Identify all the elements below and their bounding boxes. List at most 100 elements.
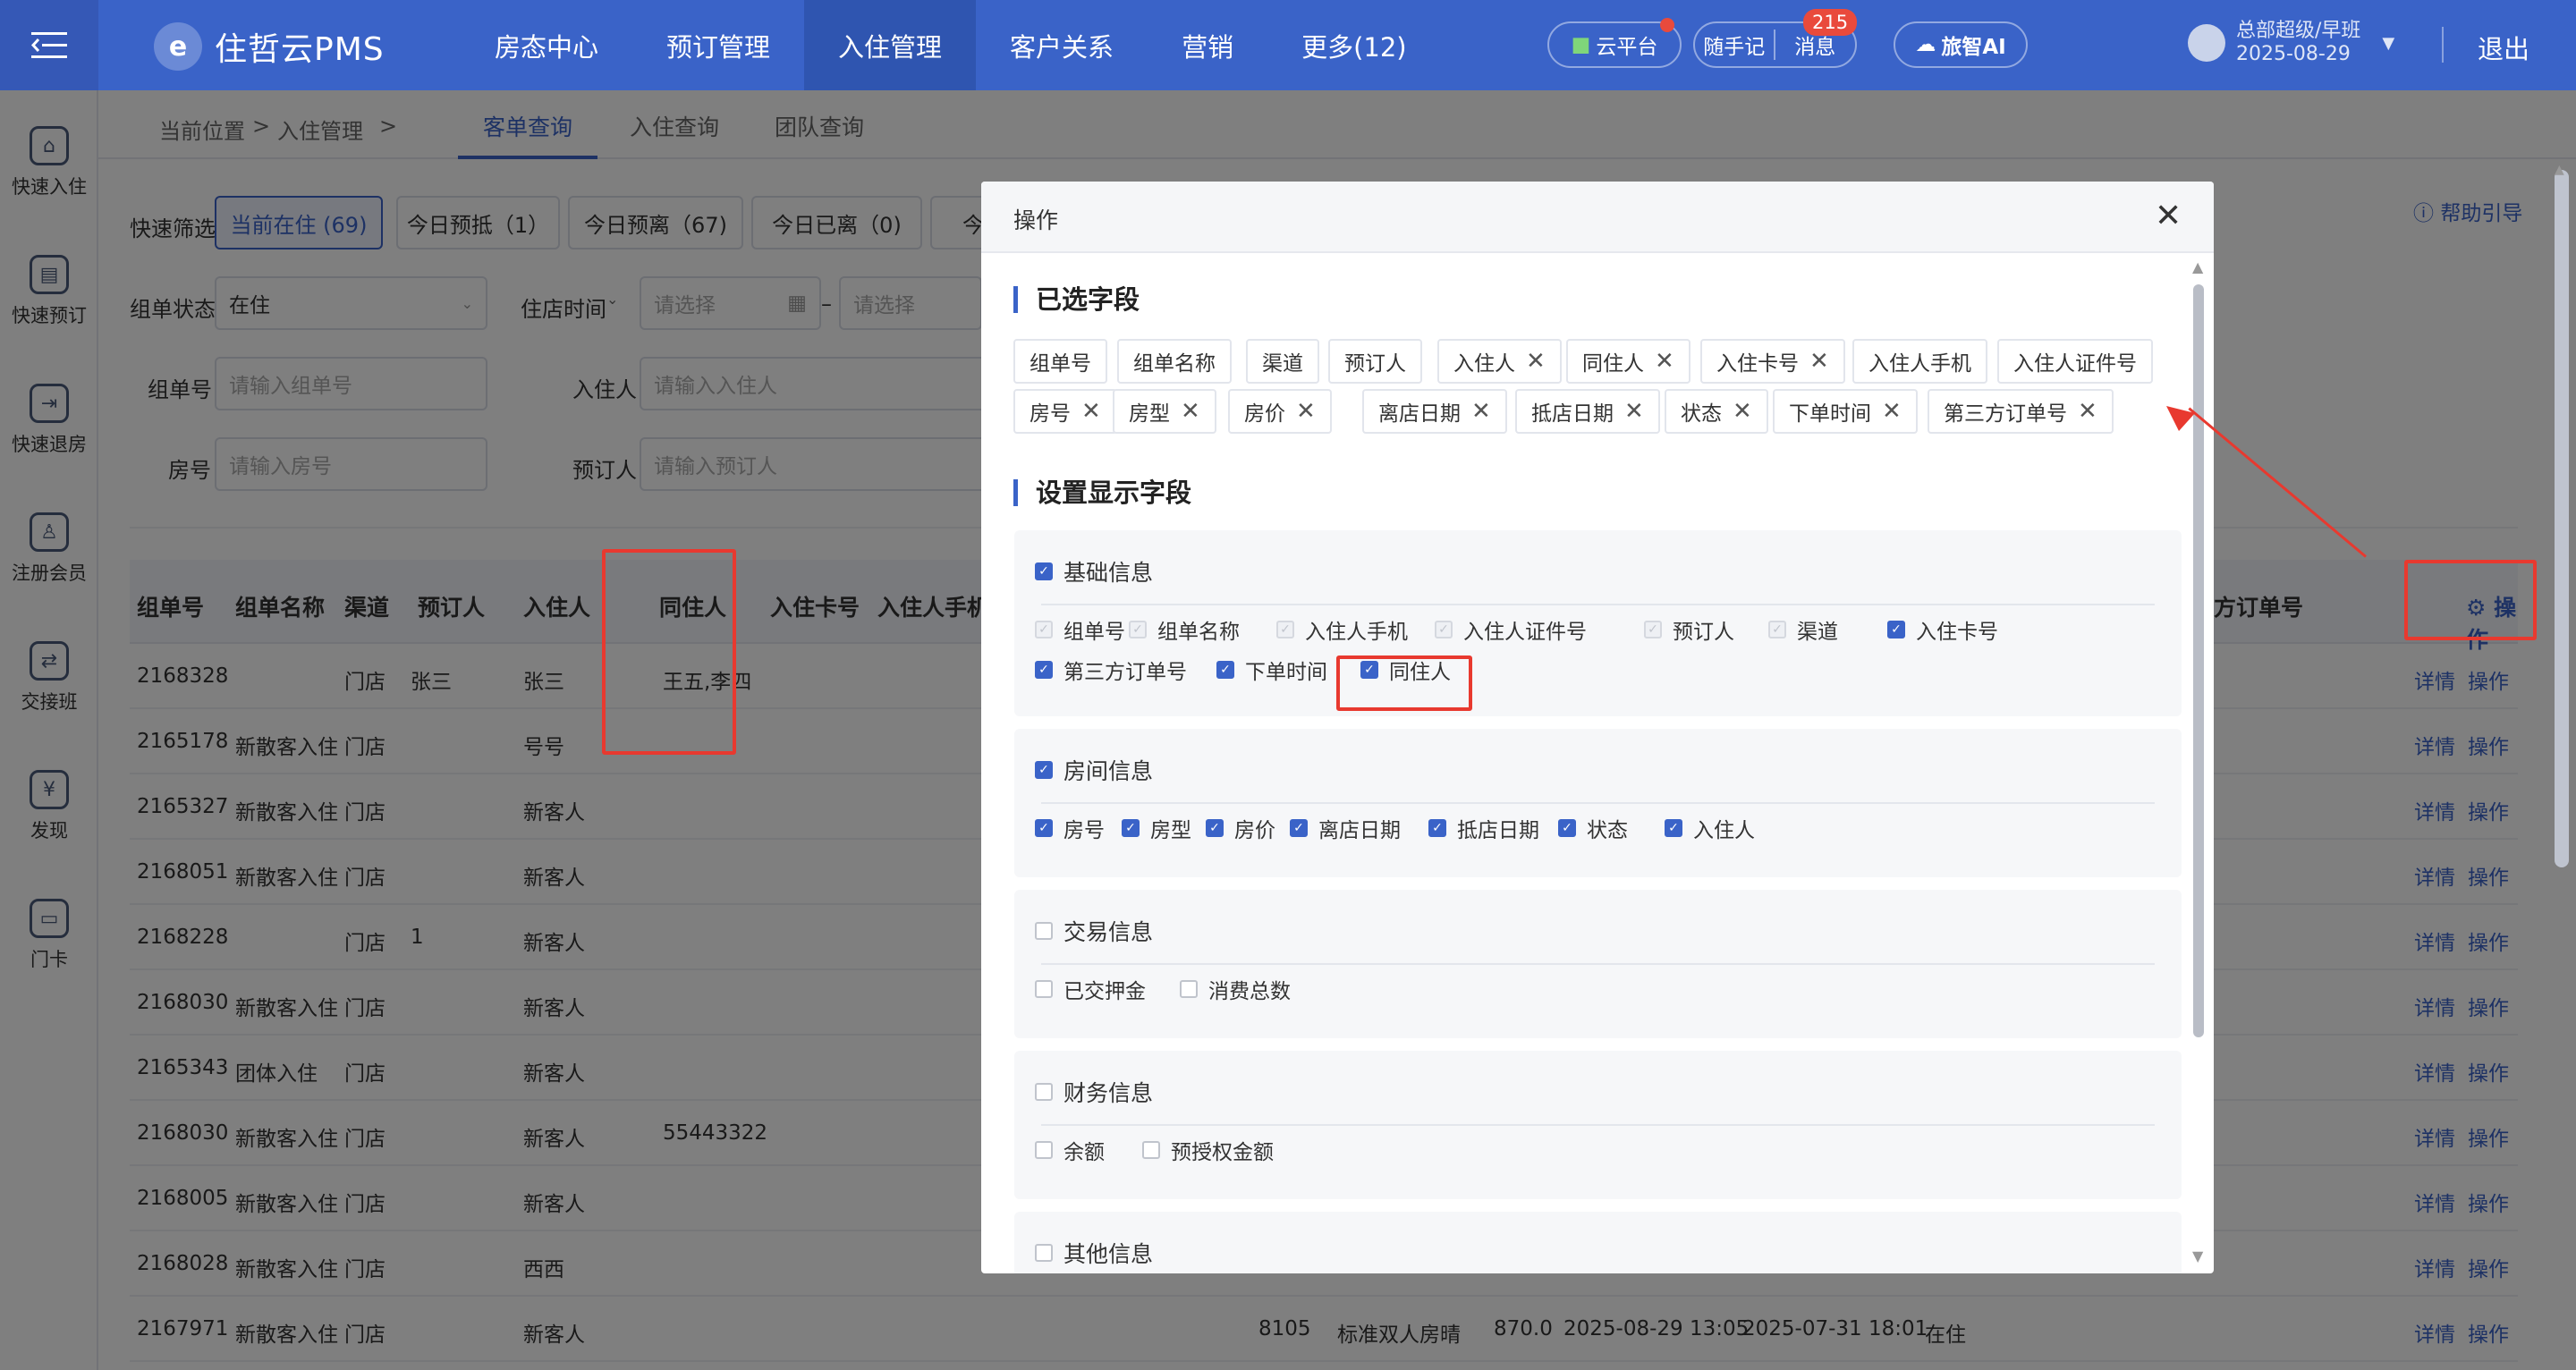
field-checkbox[interactable]: 余额 [1035,1135,1105,1165]
field-label: 渠道 [1797,621,1838,644]
notes-button[interactable]: 随手记 [1695,30,1775,60]
header-divider [2442,27,2444,63]
nav-item[interactable]: 预订管理 [632,0,804,90]
field-settings-modal: 操作 ✕ 已选字段 组单号 组单名称 渠道 预订人 入住人 ✕ 同住人 ✕ 入住卡号 ✕ 入住人手机… [981,182,2214,1273]
selected-field-chip[interactable]: 房型 ✕ [1113,389,1216,434]
field-checkbox[interactable]: 消费总数 [1180,974,1291,1004]
ai-label: 旅智AI [1941,36,2006,59]
field-checkbox[interactable]: 预授权金额 [1142,1135,1274,1165]
checkbox-icon: ✓ [1122,819,1140,837]
field-label: 入住人证件号 [1463,621,1587,644]
scroll-up-arrow-icon[interactable]: ▲ [2555,163,2564,177]
field-checkbox[interactable]: ✓ 下单时间 [1216,655,1327,685]
field-checkbox[interactable]: ✓ 抵店日期 [1428,813,1539,843]
selected-field-chip[interactable]: 下单时间 ✕ [1773,389,1918,434]
group-divider [1041,802,2155,804]
chip-label: 房型 [1129,402,1170,426]
selected-fields-title: 已选字段 [1013,286,1140,313]
selected-field-chip[interactable]: 离店日期 ✕ [1362,389,1507,434]
close-icon[interactable]: ✕ [1655,348,1674,375]
group-checkbox[interactable]: 交易信息 [1035,915,1153,947]
checkbox-icon [1035,1141,1053,1159]
close-icon[interactable]: ✕ [1181,398,1200,425]
selected-field-chip[interactable]: 组单名称 [1117,339,1232,384]
selected-field-chip[interactable]: 房号 ✕ [1013,389,1117,434]
field-checkbox[interactable]: ✓ 离店日期 [1290,813,1401,843]
scroll-up-arrow-icon[interactable]: ▲ [2192,258,2203,275]
group-checkbox[interactable]: 其他信息 [1035,1237,1153,1269]
user-info: 总部超级/早班 2025-08-29 [2236,20,2360,66]
close-icon[interactable]: ✕ [1809,348,1829,375]
close-icon[interactable]: ✕ [1882,398,1902,425]
group-title: 其他信息 [1063,1241,1154,1267]
checkbox-icon: ✓ [1129,621,1147,638]
chip-label: 下单时间 [1789,402,1871,426]
chip-label: 状态 [1681,402,1722,426]
selected-field-chip[interactable]: 入住人手机 [1852,339,1987,384]
field-checkbox[interactable]: ✓ 入住人 [1665,813,1755,843]
group-checkbox[interactable]: 财务信息 [1035,1076,1153,1108]
user-menu[interactable]: 总部超级/早班 2025-08-29 ▼ [2188,20,2394,66]
field-checkbox[interactable]: ✓ 第三方订单号 [1035,655,1187,685]
close-icon[interactable]: ✕ [1624,398,1644,425]
avatar [2188,24,2225,62]
nav-item[interactable]: 入住管理 [804,0,977,90]
selected-field-chip[interactable]: 入住人证件号 [1997,339,2153,384]
page-scrollbar[interactable] [2555,170,2569,867]
display-fields-title: 设置显示字段 [1013,479,1191,506]
close-icon[interactable]: ✕ [1526,348,1546,375]
app-logo[interactable]: e 住哲云PMS [154,21,385,72]
field-checkbox: ✓ 入住人证件号 [1435,614,1587,645]
selected-field-chip[interactable]: 预订人 [1328,339,1422,384]
selected-field-chip[interactable]: 第三方订单号 ✕ [1928,389,2114,434]
checkbox-icon: ✓ [1035,621,1053,638]
field-checkbox: ✓ 入住人手机 [1276,614,1408,645]
nav-item[interactable]: 客户关系 [976,0,1148,90]
user-role: 总部超级/早班 [2236,20,2361,42]
scroll-down-arrow-icon[interactable]: ▼ [2192,1247,2203,1264]
logout-button[interactable]: 退出 [2478,29,2529,66]
close-icon[interactable]: ✕ [2078,398,2097,425]
selected-field-chip[interactable]: 渠道 [1246,339,1319,384]
close-icon[interactable]: ✕ [1081,398,1101,425]
field-label: 已交押金 [1063,980,1146,1003]
highlight-settings-button [2404,560,2537,640]
chip-label: 入住人 [1453,352,1515,376]
chip-label: 抵店日期 [1531,402,1614,426]
group-checkbox[interactable]: ✓ 基础信息 [1035,555,1153,588]
close-icon[interactable]: ✕ [1471,398,1491,425]
chip-label: 入住卡号 [1716,352,1799,376]
cube-icon: ■ [1571,33,1591,56]
nav-item[interactable]: 更多(12) [1267,0,1441,90]
ai-button[interactable]: ☁ 旅智AI [1894,21,2028,68]
nav-item[interactable]: 房态中心 [461,0,632,90]
close-icon[interactable]: ✕ [1296,398,1316,425]
selected-field-chip[interactable]: 房价 ✕ [1228,389,1332,434]
field-checkbox[interactable]: ✓ 房型 [1122,813,1191,843]
group-title: 交易信息 [1063,919,1154,945]
nav-item[interactable]: 营销 [1148,0,1267,90]
field-checkbox[interactable]: 已交押金 [1035,974,1146,1004]
modal-scrollbar[interactable] [2193,284,2204,1037]
menu-toggle-button[interactable] [0,0,98,90]
field-checkbox[interactable]: ✓ 状态 [1558,813,1628,843]
group-checkbox[interactable]: ✓ 房间信息 [1035,754,1153,786]
field-checkbox[interactable]: ✓ 入住卡号 [1887,614,1998,645]
field-checkbox: ✓ 渠道 [1768,614,1838,645]
checkbox-icon: ✓ [1035,819,1053,837]
field-label: 离店日期 [1318,819,1401,842]
field-checkbox[interactable]: ✓ 房价 [1206,813,1275,843]
selected-field-chip[interactable]: 入住卡号 ✕ [1700,339,1845,384]
field-checkbox: ✓ 组单号 [1035,614,1125,645]
selected-field-chip[interactable]: 组单号 [1013,339,1107,384]
close-icon[interactable]: ✕ [1733,398,1752,425]
checkbox-icon [1142,1141,1160,1159]
group-divider [1041,1124,2155,1126]
selected-field-chip[interactable]: 状态 ✕ [1665,389,1768,434]
field-checkbox[interactable]: ✓ 房号 [1035,813,1105,843]
selected-field-chip[interactable]: 入住人 ✕ [1437,339,1562,384]
selected-field-chip[interactable]: 抵店日期 ✕ [1515,389,1660,434]
logo-text: 住哲云PMS [215,31,385,68]
selected-field-chip[interactable]: 同住人 ✕ [1566,339,1690,384]
close-icon[interactable]: ✕ [2155,198,2182,234]
